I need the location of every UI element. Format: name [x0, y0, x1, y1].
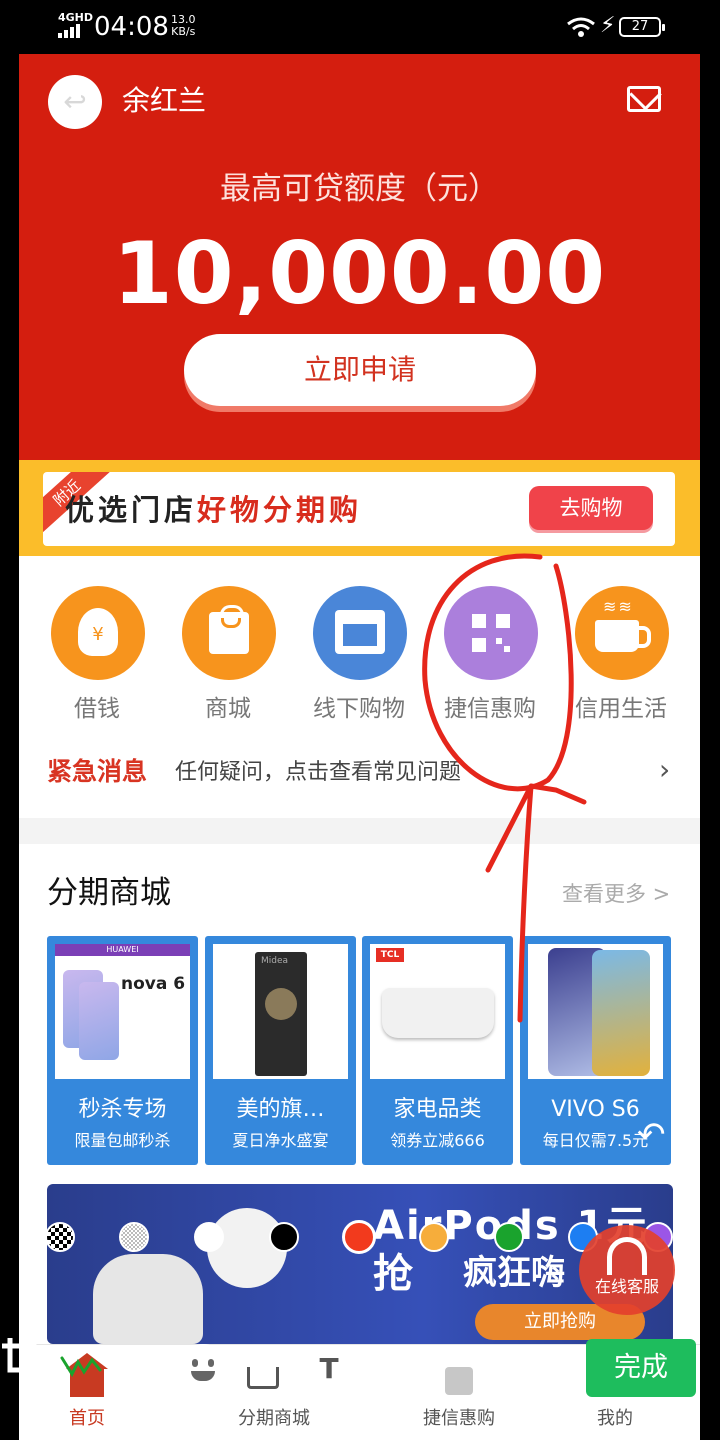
charging-icon: ⚡ [600, 13, 616, 38]
crop-tool-icon[interactable] [0, 1336, 44, 1380]
wifi-icon [567, 17, 595, 37]
shopping-bag-icon [209, 605, 249, 654]
black-swatch[interactable] [269, 1222, 299, 1252]
menu-item-credit-life[interactable]: ≋≋ 信用生活 [556, 586, 686, 726]
headset-icon [607, 1237, 647, 1275]
product-image [528, 944, 663, 1079]
product-card-midea[interactable]: Midea 美的旗… 夏日净水盛宴 [205, 936, 356, 1165]
product-image: Midea [213, 944, 348, 1079]
sticker-tool-icon[interactable] [178, 1344, 228, 1394]
promo-banner-wrap: 附近 优选门店好物分期购 去购物 [19, 460, 700, 556]
product-card-appliances[interactable]: TCL 家电品类 领券立减666 [362, 936, 513, 1165]
go-shopping-button[interactable]: 去购物 [529, 486, 653, 530]
credit-header: ↩ 余红兰 最高可贷额度（元） 10,000.00 立即申请 [19, 54, 700, 460]
qr-code-icon [472, 614, 510, 652]
card-subtitle: 领券立减666 [390, 1131, 485, 1150]
mail-icon[interactable] [627, 86, 661, 112]
battery-indicator: 27 [619, 17, 665, 37]
screen: 4GHD 04:08 13.0 KB/s ⚡ 27 ↩ 余红兰 最高可贷额度（元… [0, 0, 720, 1440]
clock: 04:08 [94, 12, 169, 42]
promo-title: 优选门店好物分期购 [65, 493, 363, 527]
menu-item-label: 商城 [205, 696, 251, 722]
white-swatch[interactable] [194, 1222, 224, 1252]
steam-icon: ≋≋ [603, 597, 634, 616]
menu-item-label: 线下购物 [313, 696, 405, 722]
chevron-right-icon: › [659, 753, 671, 786]
undo-icon[interactable]: ↶ [637, 1117, 666, 1153]
online-service-button[interactable]: 在线客服 [579, 1225, 675, 1315]
mosaic-swatch[interactable] [45, 1222, 75, 1252]
store-promo-banner[interactable]: 附近 优选门店好物分期购 去购物 [43, 472, 675, 546]
done-button[interactable]: 完成 [586, 1339, 696, 1397]
menu-item-offline-shopping[interactable]: 线下购物 [294, 586, 424, 726]
product-card-flash-sale[interactable]: nova 6 HUAWEI 秒杀专场 限量包邮秒杀 [47, 936, 198, 1165]
quick-menu: ¥ 借钱 商城 线下购物 捷信惠购 ≋≋ 信用生活 紧急消息 任何疑问，点击查看… [19, 556, 700, 818]
apply-now-button[interactable]: 立即申请 [184, 334, 536, 406]
product-image: TCL [370, 944, 505, 1079]
back-arrow-icon: ↩ [63, 85, 87, 118]
card-title: 秒杀专场 [78, 1097, 167, 1122]
product-image: nova 6 HUAWEI [55, 944, 190, 1079]
credit-limit-amount: 10,000.00 [112, 224, 607, 324]
card-subtitle: 夏日净水盛宴 [232, 1131, 329, 1150]
menu-item-label: 信用生活 [575, 696, 667, 722]
menu-item-jiexin-huigou[interactable]: 捷信惠购 [425, 586, 555, 726]
store-icon [335, 610, 385, 654]
money-bag-icon: ¥ [78, 608, 118, 656]
back-button[interactable]: ↩ [48, 75, 102, 129]
green-swatch[interactable] [494, 1222, 524, 1252]
orange-swatch[interactable] [419, 1222, 449, 1252]
network-speed: 13.0 KB/s [171, 13, 196, 38]
card-title: 家电品类 [393, 1097, 482, 1122]
card-title: 美的旗… [236, 1097, 325, 1122]
text-tool-icon[interactable]: T [306, 1346, 352, 1392]
menu-item-label: 借钱 [74, 696, 120, 722]
notice-text: 任何疑问，点击查看常见问题 [175, 760, 462, 785]
user-name: 余红兰 [122, 84, 207, 117]
section-title: 分期商城 [47, 875, 171, 911]
network-type: 4GHD [58, 11, 94, 24]
status-bar: 4GHD 04:08 13.0 KB/s ⚡ 27 [0, 0, 720, 52]
view-more-link[interactable]: 查看更多 > [562, 880, 670, 908]
menu-item-label: 捷信惠购 [444, 696, 536, 722]
menu-item-borrow[interactable]: ¥ 借钱 [32, 586, 162, 726]
notice-tag: 紧急消息 [47, 757, 148, 786]
card-subtitle: 限量包邮秒杀 [74, 1131, 171, 1150]
menu-item-mall[interactable]: 商城 [163, 586, 293, 726]
banner-subtitle: 疯狂嗨 [463, 1253, 565, 1293]
blur-swatch[interactable] [119, 1222, 149, 1252]
signal-icon [58, 24, 84, 38]
coffee-cup-icon [595, 620, 651, 652]
red-swatch-selected[interactable] [342, 1220, 376, 1254]
urgent-notice-bar[interactable]: 紧急消息 任何疑问，点击查看常见问题 › [19, 744, 700, 800]
credit-limit-label: 最高可贷额度（元） [220, 171, 499, 207]
